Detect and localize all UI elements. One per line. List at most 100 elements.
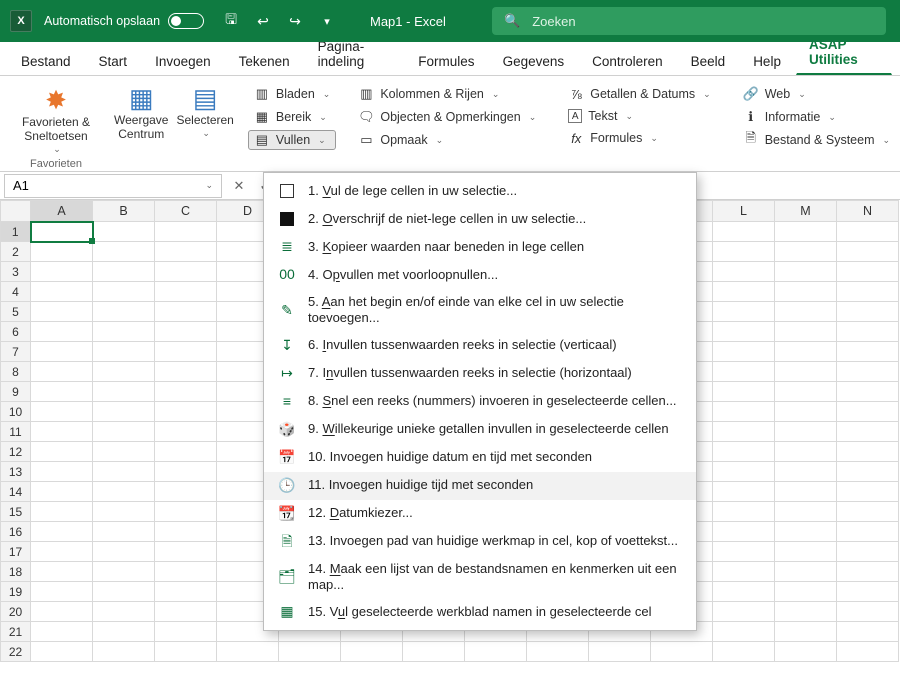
cell[interactable] <box>93 342 155 362</box>
tab-bestand[interactable]: Bestand <box>8 46 84 75</box>
row-header[interactable]: 17 <box>1 542 31 562</box>
cell[interactable] <box>713 362 775 382</box>
cell[interactable] <box>155 402 217 422</box>
cell[interactable] <box>713 442 775 462</box>
cell[interactable] <box>155 522 217 542</box>
cell[interactable] <box>775 422 837 442</box>
col-header[interactable]: A <box>31 201 93 222</box>
menu-item-13[interactable]: 🗎13. Invoegen pad van huidige werkmap in… <box>264 528 696 556</box>
cell[interactable] <box>31 482 93 502</box>
cell[interactable] <box>93 502 155 522</box>
cell[interactable] <box>775 602 837 622</box>
cell[interactable] <box>775 322 837 342</box>
cell[interactable] <box>93 442 155 462</box>
cell[interactable] <box>31 242 93 262</box>
cell[interactable] <box>93 302 155 322</box>
select-button[interactable]: ▤ Selecteren⌄ <box>176 80 233 169</box>
cell[interactable] <box>713 462 775 482</box>
cell[interactable] <box>155 342 217 362</box>
cell[interactable] <box>713 242 775 262</box>
cell[interactable] <box>775 262 837 282</box>
cell[interactable] <box>837 402 899 422</box>
row-header[interactable]: 9 <box>1 382 31 402</box>
cell[interactable] <box>837 382 899 402</box>
cell[interactable] <box>775 402 837 422</box>
cell[interactable] <box>713 502 775 522</box>
menu-item-1[interactable]: 1. Vul de lege cellen in uw selectie... <box>264 177 696 205</box>
getallen-button[interactable]: ⅞Getallen & Datums⌄ <box>562 84 716 104</box>
cell[interactable] <box>155 462 217 482</box>
col-header[interactable]: C <box>155 201 217 222</box>
cell[interactable] <box>31 302 93 322</box>
col-header[interactable]: N <box>837 201 899 222</box>
cell[interactable] <box>713 562 775 582</box>
cell[interactable] <box>837 302 899 322</box>
cell[interactable] <box>155 242 217 262</box>
cell[interactable] <box>341 642 403 662</box>
cell[interactable] <box>837 262 899 282</box>
cell[interactable] <box>775 482 837 502</box>
bereik-button[interactable]: ▦Bereik⌄ <box>248 107 336 127</box>
cell[interactable] <box>837 362 899 382</box>
redo-icon[interactable]: ↪ <box>286 12 304 30</box>
cell[interactable] <box>775 222 837 242</box>
cell[interactable] <box>713 422 775 442</box>
row-header[interactable]: 16 <box>1 522 31 542</box>
cell[interactable] <box>93 622 155 642</box>
cell[interactable] <box>93 482 155 502</box>
row-header[interactable]: 22 <box>1 642 31 662</box>
cell[interactable] <box>31 442 93 462</box>
cancel-formula-icon[interactable]: ✕ <box>226 178 252 194</box>
cell[interactable] <box>93 362 155 382</box>
menu-item-4[interactable]: 004. Opvullen met voorloopnullen... <box>264 261 696 289</box>
favorites-button[interactable]: ✸ Favorieten & Sneltoetsen⌄ <box>16 82 96 154</box>
row-header[interactable]: 13 <box>1 462 31 482</box>
row-header[interactable]: 14 <box>1 482 31 502</box>
menu-item-2[interactable]: 2. Overschrijf de niet-lege cellen in uw… <box>264 205 696 233</box>
tab-beeld[interactable]: Beeld <box>678 46 739 75</box>
tab-controleren[interactable]: Controleren <box>579 46 676 75</box>
cell[interactable] <box>31 542 93 562</box>
cell[interactable] <box>837 442 899 462</box>
cell[interactable] <box>775 382 837 402</box>
web-button[interactable]: 🔗Web⌄ <box>737 84 896 104</box>
cell[interactable] <box>155 542 217 562</box>
row-header[interactable]: 15 <box>1 502 31 522</box>
cell[interactable] <box>93 242 155 262</box>
cell[interactable] <box>713 402 775 422</box>
menu-item-12[interactable]: 📆12. Datumkiezer... <box>264 500 696 528</box>
bladen-button[interactable]: ▥Bladen⌄ <box>248 84 336 104</box>
row-header[interactable]: 7 <box>1 342 31 362</box>
cell[interactable] <box>93 382 155 402</box>
cell[interactable] <box>155 442 217 462</box>
cell[interactable] <box>93 282 155 302</box>
cell[interactable] <box>93 322 155 342</box>
bestand-button[interactable]: 🗎Bestand & Systeem⌄ <box>737 130 896 150</box>
cell[interactable] <box>837 562 899 582</box>
cell[interactable] <box>837 422 899 442</box>
name-box[interactable]: A1 ⌄ <box>4 174 222 198</box>
cell[interactable] <box>713 482 775 502</box>
cell[interactable] <box>93 522 155 542</box>
cell[interactable] <box>837 502 899 522</box>
menu-item-8[interactable]: ≡8. Snel een reeks (nummers) invoeren in… <box>264 388 696 416</box>
cell[interactable] <box>93 562 155 582</box>
cell[interactable] <box>775 442 837 462</box>
undo-icon[interactable]: ↩ <box>254 12 272 30</box>
row-header[interactable]: 1 <box>1 222 31 242</box>
cell[interactable] <box>837 242 899 262</box>
vullen-button[interactable]: ▤Vullen⌄ <box>248 130 336 150</box>
cell[interactable] <box>713 222 775 242</box>
row-header[interactable]: 18 <box>1 562 31 582</box>
cell[interactable] <box>651 642 713 662</box>
cell[interactable] <box>31 362 93 382</box>
cell[interactable] <box>155 282 217 302</box>
cell[interactable] <box>713 282 775 302</box>
cell[interactable] <box>31 462 93 482</box>
row-header[interactable]: 5 <box>1 302 31 322</box>
cell[interactable] <box>713 582 775 602</box>
cell[interactable] <box>93 542 155 562</box>
cell[interactable] <box>93 402 155 422</box>
cell[interactable] <box>155 582 217 602</box>
cell[interactable] <box>155 482 217 502</box>
